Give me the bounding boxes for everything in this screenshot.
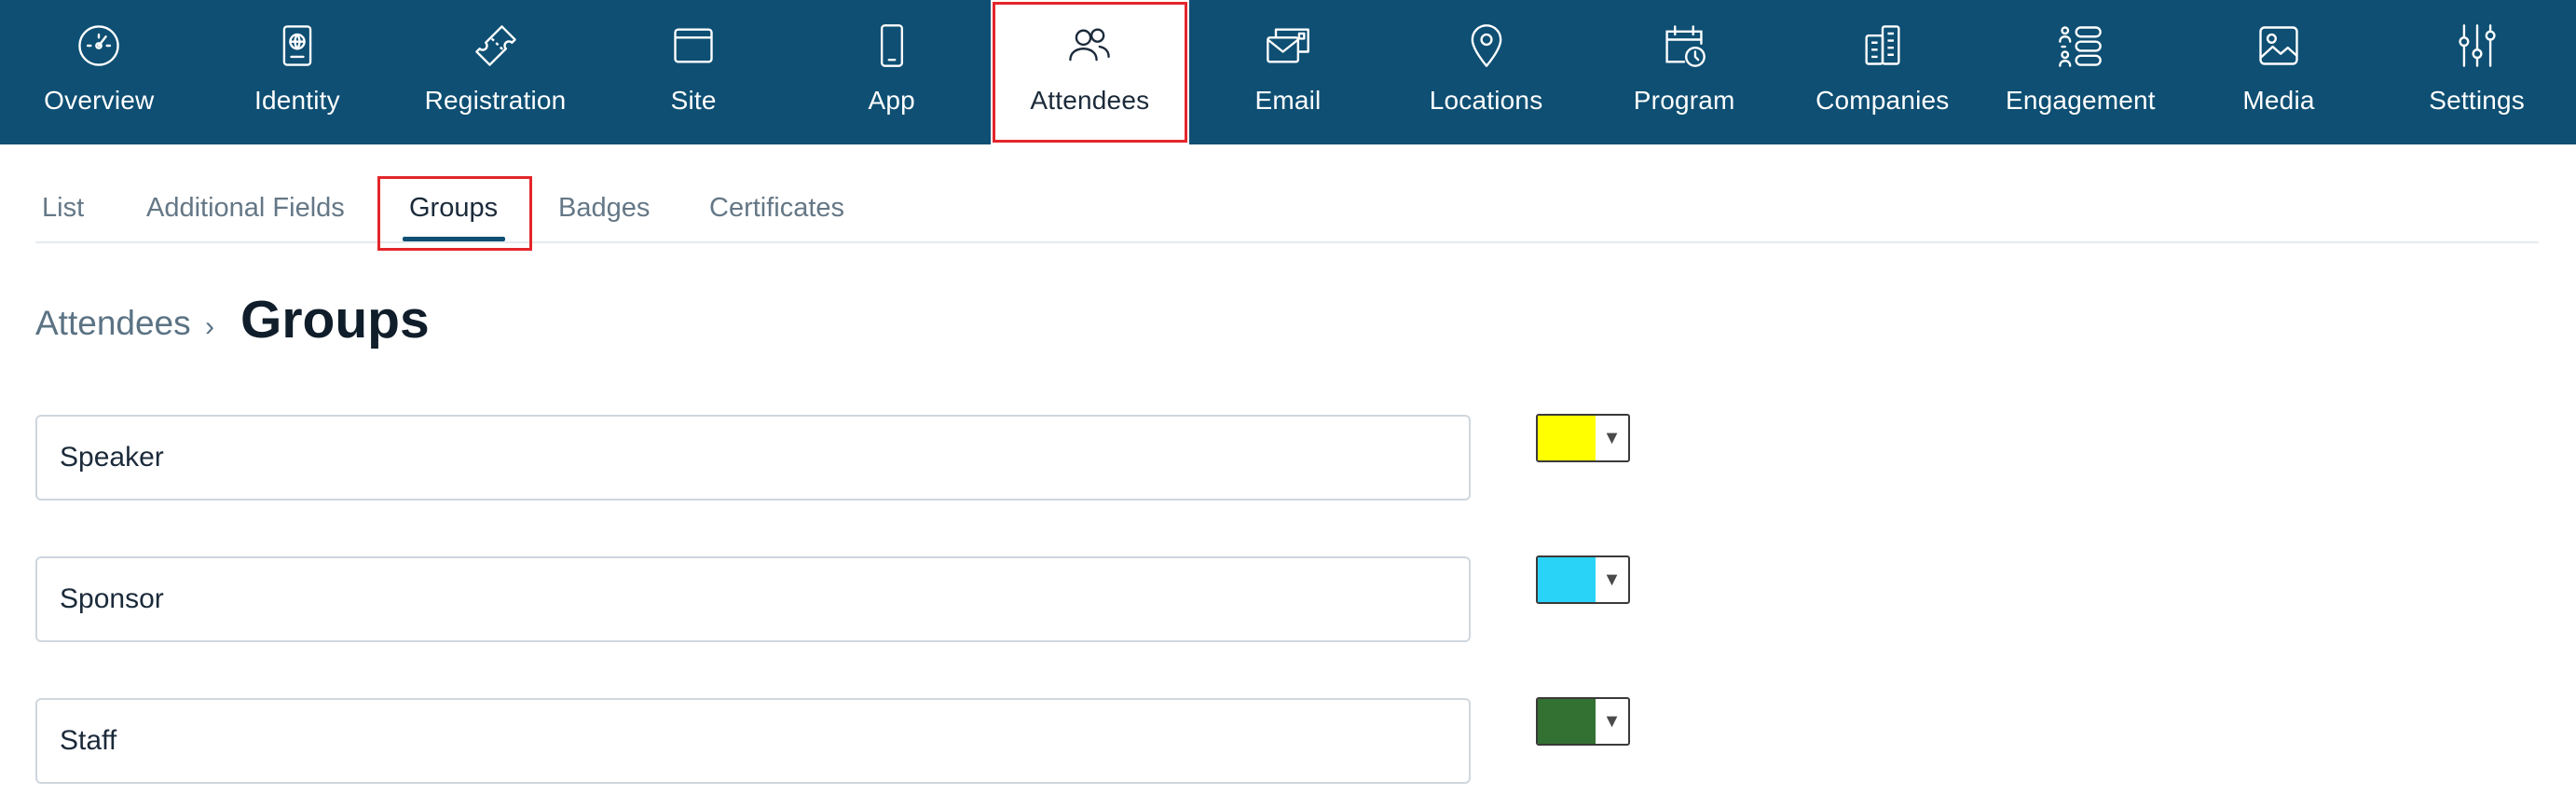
nav-item-registration[interactable]: Registration — [396, 0, 595, 144]
calendar-clock-icon — [1659, 21, 1709, 71]
nav-item-settings[interactable]: Settings — [2377, 0, 2576, 144]
users-icon — [1064, 21, 1115, 71]
gauge-icon — [74, 21, 124, 71]
browser-window-icon — [668, 21, 719, 71]
mobile-phone-icon — [867, 21, 917, 71]
nav-label: Program — [1633, 86, 1735, 115]
nav-label: Overview — [44, 86, 155, 115]
chevron-down-icon: ▼ — [1602, 427, 1622, 448]
nav-label: Companies — [1816, 86, 1950, 115]
chevron-down-icon: ▼ — [1602, 569, 1622, 590]
group-name-input[interactable] — [35, 415, 1471, 500]
highlight-box — [377, 176, 532, 251]
nav-item-site[interactable]: Site — [595, 0, 793, 144]
tab-badges[interactable]: Badges — [558, 193, 650, 224]
tab-certificates[interactable]: Certificates — [709, 193, 844, 224]
passport-icon — [272, 21, 322, 71]
nav-label: Settings — [2429, 86, 2525, 115]
nav-item-locations[interactable]: Locations — [1387, 0, 1585, 144]
sliders-icon — [2452, 21, 2502, 71]
nav-label: Attendees — [1030, 86, 1150, 115]
page-title: Groups — [240, 290, 430, 350]
breadcrumb-attendees[interactable]: Attendees — [35, 304, 191, 343]
chevron-down-icon: ▼ — [1602, 710, 1622, 732]
nav-item-attendees[interactable]: Attendees — [991, 0, 1189, 144]
nav-label: Registration — [424, 86, 567, 115]
nav-label: Locations — [1429, 86, 1543, 115]
nav-item-media[interactable]: Media — [2180, 0, 2378, 144]
top-navigation: Overview Identity Registration Site App … — [0, 0, 2576, 144]
color-swatch — [1538, 699, 1596, 744]
tab-additional-fields[interactable]: Additional Fields — [146, 193, 345, 224]
color-picker[interactable]: ▼ — [1536, 414, 1630, 462]
breadcrumb-separator-icon: › — [205, 311, 214, 342]
nav-item-app[interactable]: App — [792, 0, 991, 144]
group-name-input[interactable] — [35, 698, 1471, 784]
nav-item-overview[interactable]: Overview — [0, 0, 199, 144]
group-name-input[interactable] — [35, 556, 1471, 642]
nav-item-identity[interactable]: Identity — [199, 0, 397, 144]
color-swatch — [1538, 557, 1596, 602]
nav-label: Email — [1254, 86, 1322, 115]
map-pin-icon — [1461, 21, 1512, 71]
engagement-icon — [2055, 21, 2105, 71]
nav-item-email[interactable]: Email — [1189, 0, 1388, 144]
image-icon — [2254, 21, 2304, 71]
nav-item-program[interactable]: Program — [1585, 0, 1784, 144]
nav-label: Site — [670, 86, 717, 115]
email-icon — [1263, 21, 1313, 71]
color-swatch — [1538, 416, 1596, 460]
nav-label: Media — [2242, 86, 2315, 115]
nav-label: App — [868, 86, 915, 115]
nav-item-companies[interactable]: Companies — [1783, 0, 1981, 144]
nav-item-engagement[interactable]: Engagement — [1981, 0, 2180, 144]
tab-list[interactable]: List — [42, 193, 84, 224]
ticket-icon — [471, 21, 521, 71]
color-picker[interactable]: ▼ — [1536, 555, 1630, 604]
building-icon — [1857, 21, 1908, 71]
nav-label: Identity — [253, 86, 340, 115]
color-picker[interactable]: ▼ — [1536, 697, 1630, 746]
nav-label: Engagement — [2006, 86, 2156, 115]
